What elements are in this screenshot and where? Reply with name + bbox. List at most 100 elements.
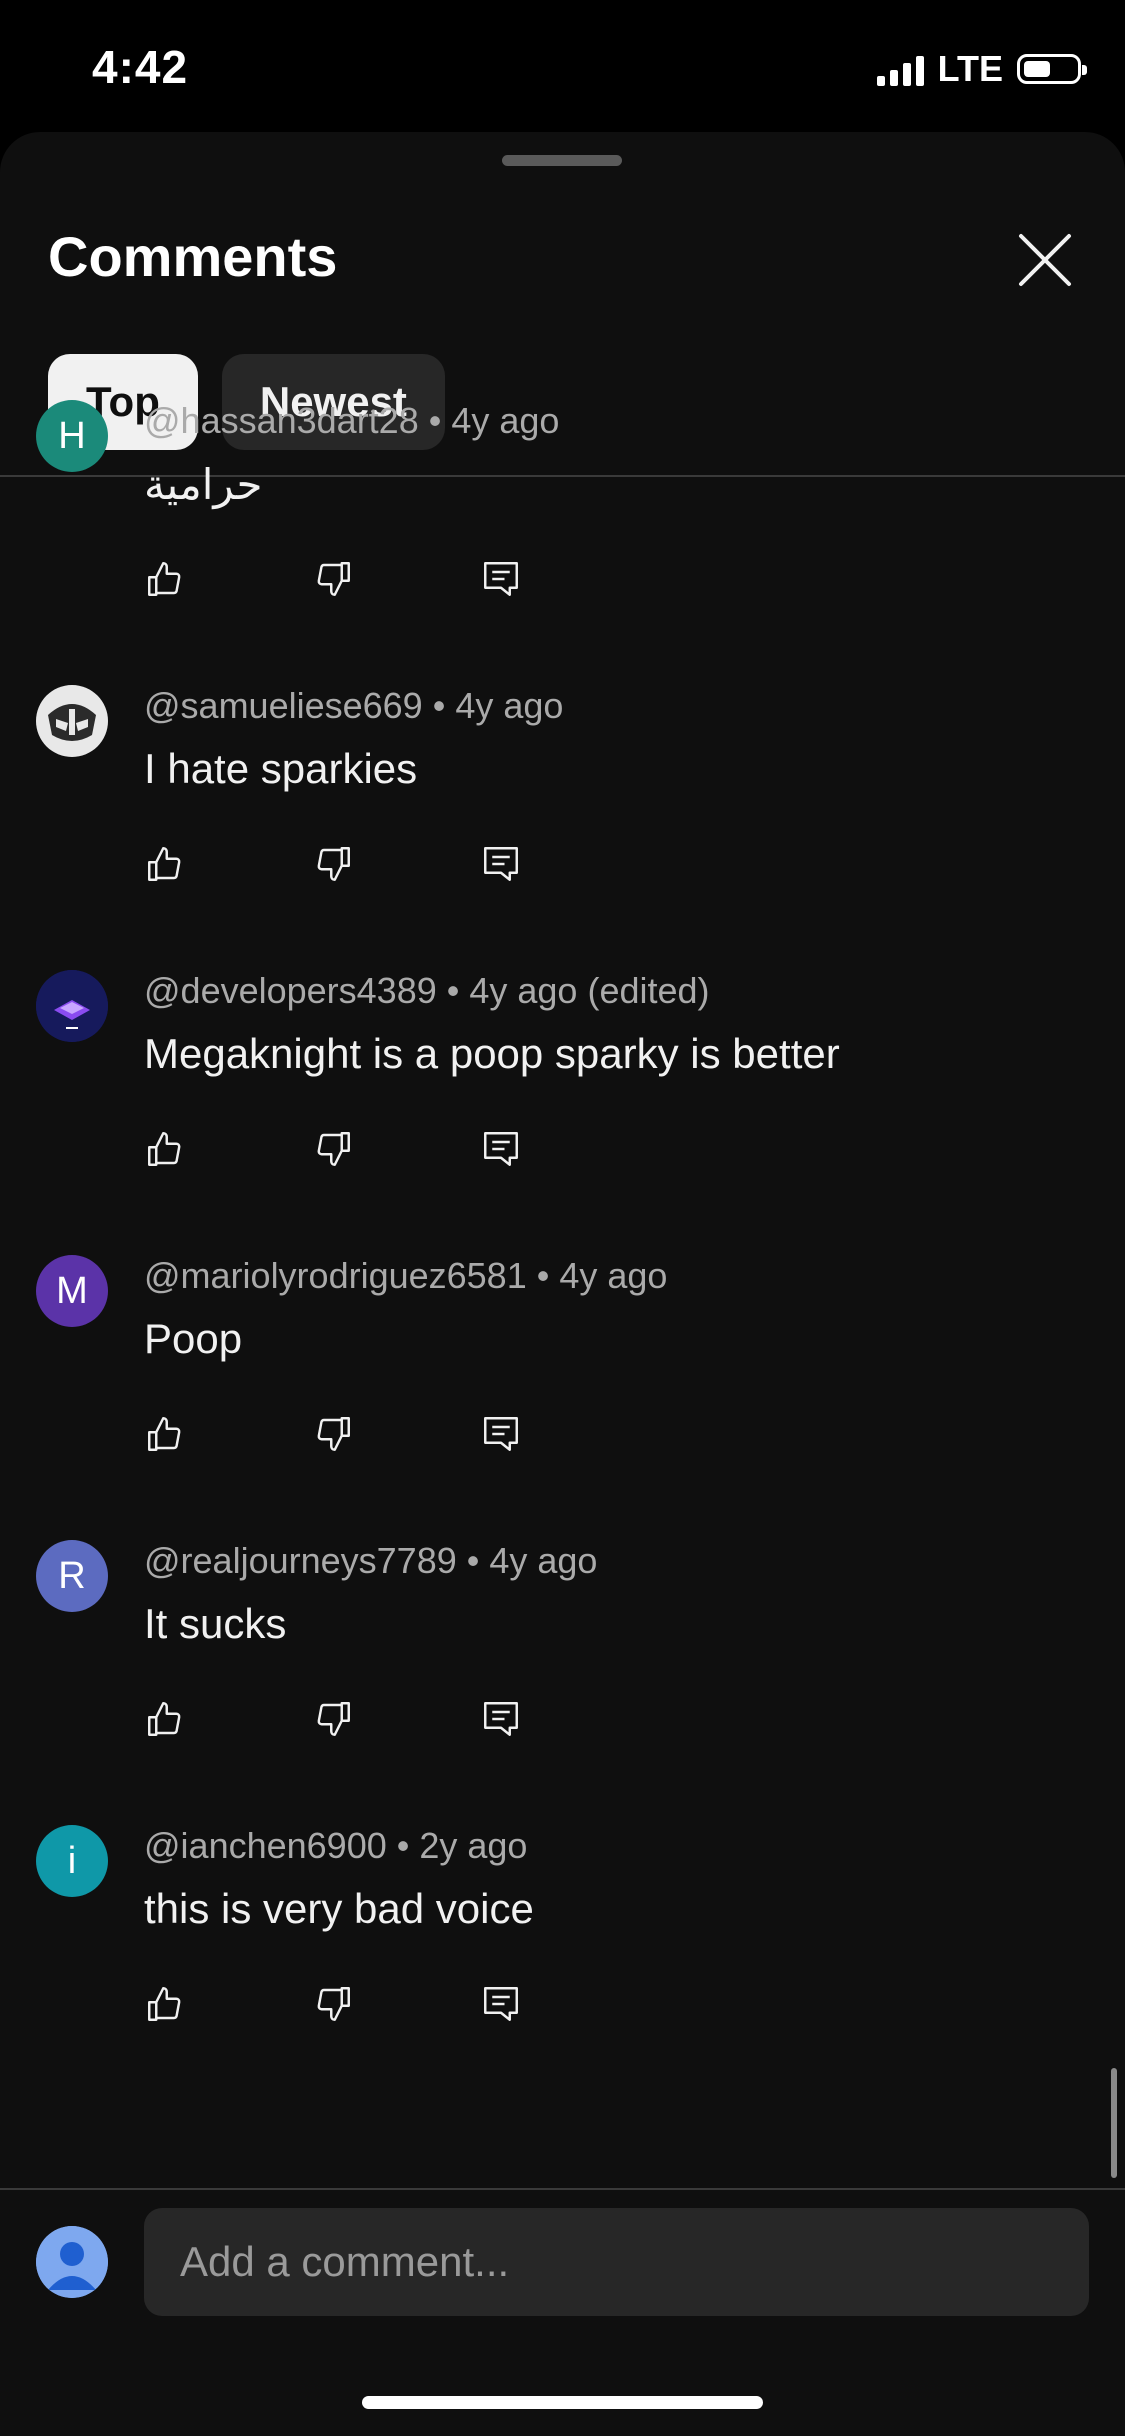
status-bar: 4:42 LTE xyxy=(0,0,1125,132)
scrollbar[interactable] xyxy=(1111,2068,1117,2178)
like-button[interactable] xyxy=(144,843,186,885)
comment-item: @developers4389 • 4y ago (edited) Megaknig… xyxy=(0,970,1125,1255)
avatar-initial: i xyxy=(67,1839,77,1882)
comment-text: حرامية xyxy=(144,461,263,508)
sheet-title: Comments xyxy=(48,225,338,288)
reply-icon xyxy=(484,1987,518,2021)
comment-meta: @ianchen6900 • 2y ago xyxy=(144,1825,528,1866)
user-avatar[interactable] xyxy=(36,2226,108,2298)
thumbs-up-icon xyxy=(148,1702,181,1736)
comment-author[interactable]: @developers4389 xyxy=(144,970,437,1011)
avatar[interactable]: M xyxy=(36,1255,108,1327)
comment-actions xyxy=(144,1413,522,1455)
avatar-initial: H xyxy=(58,414,86,457)
thumbs-up-icon xyxy=(148,847,181,881)
close-icon xyxy=(1019,234,1071,286)
like-button[interactable] xyxy=(144,1983,186,2025)
reply-button[interactable] xyxy=(480,1983,522,2025)
thumbs-up-icon xyxy=(148,1417,181,1451)
status-indicators: LTE xyxy=(876,48,1087,90)
comment-meta: @mariolyrodriguez6581 • 4y ago xyxy=(144,1255,668,1296)
thumbs-down-icon xyxy=(317,562,350,596)
avatar-initial: R xyxy=(58,1554,86,1597)
comment-meta: @realjourneys7789 • 4y ago xyxy=(144,1540,598,1581)
comment-actions xyxy=(144,1128,522,1170)
comment-meta: @developers4389 • 4y ago (edited) xyxy=(144,970,710,1011)
dislike-button[interactable] xyxy=(312,843,354,885)
comment-time: 4y ago xyxy=(455,685,564,726)
comment-time: 2y ago xyxy=(419,1825,528,1866)
thumbs-down-icon xyxy=(317,1702,350,1736)
avatar[interactable] xyxy=(36,685,108,757)
comment-text: Megaknight is a poop sparky is better xyxy=(144,1030,840,1077)
network-label: LTE xyxy=(937,48,1003,89)
comment-item: @samueliese669 • 4y ago I hate sparkies xyxy=(0,685,1125,970)
comment-author[interactable]: @hassan3dart28 xyxy=(144,400,419,441)
like-button[interactable] xyxy=(144,558,186,600)
reply-button[interactable] xyxy=(480,1128,522,1170)
comment-time: 4y ago xyxy=(489,1540,598,1581)
comment-author[interactable]: @realjourneys7789 xyxy=(144,1540,457,1581)
mask-avatar-icon xyxy=(36,685,108,757)
reply-icon xyxy=(484,1417,518,1451)
comment-author[interactable]: @samueliese669 xyxy=(144,685,423,726)
thumbs-up-icon xyxy=(148,1987,181,2021)
like-button[interactable] xyxy=(144,1128,186,1170)
reply-button[interactable] xyxy=(480,843,522,885)
signal-icon xyxy=(876,52,924,86)
thumbs-down-icon xyxy=(317,1417,350,1451)
comment-item: R @realjourneys7789 • 4y ago It sucks xyxy=(0,1540,1125,1825)
battery-icon xyxy=(1017,54,1087,84)
avatar[interactable]: R xyxy=(36,1540,108,1612)
comment-item: M @mariolyrodriguez6581 • 4y ago Poop xyxy=(0,1255,1125,1540)
reply-icon xyxy=(484,847,518,881)
user-avatar-icon xyxy=(36,2226,108,2298)
comment-author[interactable]: @mariolyrodriguez6581 xyxy=(144,1255,527,1296)
comment-actions xyxy=(144,1983,522,2025)
reply-icon xyxy=(484,1702,518,1736)
close-button[interactable] xyxy=(1013,228,1077,292)
avatar-initial: M xyxy=(56,1269,88,1312)
comment-meta: @samueliese669 • 4y ago xyxy=(144,685,564,726)
thumbs-up-icon xyxy=(148,562,181,596)
comment-author[interactable]: @ianchen6900 xyxy=(144,1825,387,1866)
status-time: 4:42 xyxy=(92,41,189,93)
comment-actions xyxy=(144,1698,522,1740)
reply-button[interactable] xyxy=(480,1413,522,1455)
dislike-button[interactable] xyxy=(312,558,354,600)
dislike-button[interactable] xyxy=(312,1413,354,1455)
like-button[interactable] xyxy=(144,1413,186,1455)
comment-text: It sucks xyxy=(144,1600,287,1647)
comment-meta: @hassan3dart28 • 4y ago xyxy=(144,400,560,441)
comment-text: Poop xyxy=(144,1315,243,1362)
comment-actions xyxy=(144,558,522,600)
thumbs-up-icon xyxy=(148,1132,181,1166)
comment-time: 4y ago (edited) xyxy=(469,970,710,1011)
comment-time: 4y ago xyxy=(559,1255,668,1296)
comment-actions xyxy=(144,843,522,885)
avatar[interactable]: i xyxy=(36,1825,108,1897)
reply-icon xyxy=(484,1132,518,1166)
thumbs-down-icon xyxy=(317,847,350,881)
reply-icon xyxy=(484,562,518,596)
comment-text: I hate sparkies xyxy=(144,745,418,792)
comment-item: i @ianchen6900 • 2y ago this is very bad v… xyxy=(0,1825,1125,2110)
thumbs-down-icon xyxy=(317,1132,350,1166)
like-button[interactable] xyxy=(144,1698,186,1740)
dislike-button[interactable] xyxy=(312,1128,354,1170)
dislike-button[interactable] xyxy=(312,1983,354,2025)
home-indicator[interactable] xyxy=(362,2396,763,2409)
reply-button[interactable] xyxy=(480,558,522,600)
avatar[interactable]: H xyxy=(36,400,108,472)
comment-list: H @hassan3dart28 • 4y ago حرامية @samuelie… xyxy=(0,400,1125,2110)
avatar[interactable] xyxy=(36,970,108,1042)
drag-handle[interactable] xyxy=(502,155,622,166)
laptop-avatar-icon xyxy=(36,970,108,1042)
divider xyxy=(0,2188,1125,2190)
dislike-button[interactable] xyxy=(312,1698,354,1740)
reply-button[interactable] xyxy=(480,1698,522,1740)
comment-text: this is very bad voice xyxy=(144,1885,534,1932)
thumbs-down-icon xyxy=(317,1987,350,2021)
comment-time: 4y ago xyxy=(451,400,560,441)
comment-input[interactable] xyxy=(144,2208,1089,2316)
